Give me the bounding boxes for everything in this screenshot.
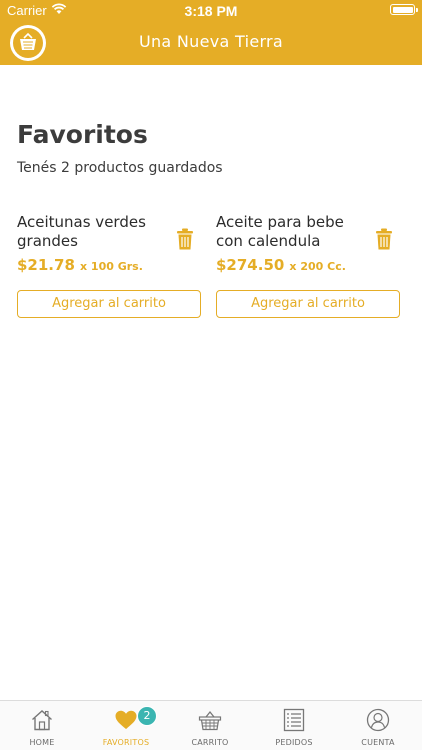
tab-home[interactable]: HOME — [0, 701, 84, 751]
product-price: $21.78 — [17, 256, 75, 274]
page-subtitle: Tenés 2 productos guardados — [17, 160, 223, 176]
battery-icon — [390, 4, 418, 15]
product-name: Aceite para bebe con calendula — [216, 213, 344, 250]
price-line: $274.50 x 200 Cc. — [216, 255, 346, 274]
product-unit: x 200 Cc. — [289, 260, 346, 273]
status-bar: Carrier 3:18 PM — [0, 0, 422, 22]
app-header: Carrier 3:18 PM Una Nueva Tierra — [0, 0, 422, 65]
tab-favoritos[interactable]: 2 FAVORITOS — [84, 701, 168, 751]
tab-label: FAVORITOS — [102, 738, 150, 747]
trash-icon[interactable] — [375, 228, 393, 250]
clock: 3:18 PM — [184, 3, 238, 19]
trash-icon[interactable] — [176, 228, 194, 250]
tab-label: HOME — [29, 738, 55, 747]
tab-label: CARRITO — [191, 738, 229, 747]
tab-bar: HOME 2 FAVORITOS CARRITO PEDIDOS CUENTA — [0, 700, 422, 750]
tab-carrito[interactable]: CARRITO — [168, 701, 252, 751]
tab-pedidos[interactable]: PEDIDOS — [252, 701, 336, 751]
product-price: $274.50 — [216, 256, 285, 274]
product-unit: x 100 Grs. — [79, 260, 143, 273]
product-name: Aceitunas verdes grandes — [17, 213, 146, 250]
tab-cuenta[interactable]: CUENTA — [336, 701, 420, 751]
add-to-cart-button[interactable]: Agregar al carrito — [216, 290, 400, 318]
price-line: $21.78 x 100 Grs. — [17, 255, 143, 274]
favorites-count-badge: 2 — [137, 706, 157, 726]
tab-label: CUENTA — [361, 738, 395, 747]
page-title: Favoritos — [17, 120, 148, 149]
app-title: Una Nueva Tierra — [138, 32, 284, 51]
add-to-cart-button[interactable]: Agregar al carrito — [17, 290, 201, 318]
tab-label: PEDIDOS — [275, 738, 313, 747]
